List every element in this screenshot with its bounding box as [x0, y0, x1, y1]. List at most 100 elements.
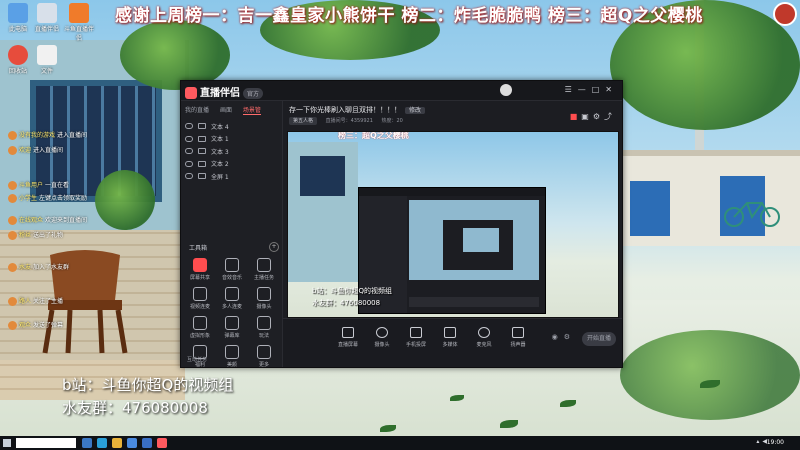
- chat-text: 左键点击领取奖励: [38, 195, 87, 202]
- control-item[interactable]: 摄像头: [367, 327, 397, 348]
- room-id: 直播间号：4359921: [325, 118, 373, 124]
- minimize-icon[interactable]: —: [578, 85, 592, 94]
- user-avatar[interactable]: [500, 84, 512, 96]
- control-label: 扬声器: [510, 342, 526, 348]
- version-badge: 官方: [243, 87, 264, 99]
- lock-icon[interactable]: [198, 173, 206, 180]
- desktop-icon[interactable]: 文件: [30, 45, 64, 75]
- record-icon[interactable]: ◉: [552, 333, 564, 341]
- tool-label: 弹幕库: [224, 333, 240, 339]
- douyu-logo-icon: [773, 2, 797, 26]
- chat-line: 水友 加入了水友群: [8, 262, 69, 272]
- chat-line: 欢迎 进入直播间: [8, 145, 63, 155]
- sidebar-tabs: 我的直播 画面 场景管: [185, 105, 270, 115]
- preview-caption: b站：斗鱼你超Q的视频组: [312, 287, 392, 295]
- streaming-app-icon[interactable]: [157, 438, 167, 448]
- tool-item[interactable]: 视频连麦: [184, 287, 216, 310]
- tool-item[interactable]: 弹幕库: [216, 316, 248, 339]
- taskbar-apps: [82, 438, 167, 448]
- desktop-icon[interactable]: 斗鱼直播伴侣: [62, 3, 96, 42]
- eye-icon[interactable]: [185, 173, 193, 180]
- tool-item[interactable]: 音效音乐: [216, 258, 248, 281]
- chat-text: 进入直播间: [32, 147, 63, 154]
- control-item[interactable]: 麦克风: [469, 327, 499, 348]
- scene-item[interactable]: 全屏 1: [185, 170, 279, 183]
- eye-icon[interactable]: [185, 160, 193, 167]
- control-item[interactable]: 直播屏幕: [333, 327, 363, 348]
- chat-user: 路人: [19, 298, 32, 305]
- explorer-icon[interactable]: [112, 438, 122, 448]
- screen-share-icon: [193, 258, 207, 272]
- tool-item[interactable]: 主播任务: [248, 258, 280, 281]
- top-toolbar: ■▣⚙⤴: [570, 111, 616, 122]
- settings-icon[interactable]: ⚙: [593, 112, 604, 121]
- lock-icon[interactable]: [198, 148, 206, 155]
- chat-text: 加入了水友群: [32, 264, 69, 271]
- desktop-icon-label: 回收站: [8, 68, 27, 75]
- taskbar-search[interactable]: [16, 438, 76, 448]
- foliage: [620, 330, 800, 420]
- maximize-icon[interactable]: □: [592, 85, 606, 94]
- close-icon[interactable]: ✕: [605, 85, 618, 94]
- nested-titlebar: [359, 188, 545, 196]
- sidebar: 我的直播 画面 场景管 文本 4 文本 1 文本 3 文本 2 全屏 1 工具箱…: [181, 101, 283, 368]
- tool-item[interactable]: 美颜: [216, 345, 248, 368]
- eye-icon[interactable]: [185, 123, 193, 130]
- gift-icon[interactable]: ■: [570, 112, 582, 121]
- tool-item[interactable]: 更多: [248, 345, 280, 368]
- start-live-button[interactable]: 开始直播: [582, 332, 616, 346]
- record-controls: ◉⚙: [552, 333, 576, 341]
- chat-line: 观众 发送了弹幕: [8, 320, 63, 330]
- preview-banner: 榜三：超Q之父樱桃: [338, 131, 409, 140]
- chat-user: 小学生: [19, 195, 38, 202]
- windows-start-icon[interactable]: [3, 439, 11, 447]
- control-item[interactable]: 手机投屏: [401, 327, 431, 348]
- stream-preview[interactable]: 榜三：超Q之父樱桃 b站：斗鱼你超Q的视频组 水友群：476080008: [287, 131, 619, 318]
- settings-icon[interactable]: ⚙: [564, 333, 576, 341]
- clock[interactable]: 19:00: [767, 439, 784, 446]
- scene-item[interactable]: 文本 1: [185, 133, 279, 146]
- category-badge[interactable]: 第五人格: [289, 117, 318, 125]
- lock-icon[interactable]: [198, 135, 206, 142]
- tool-item[interactable]: 屏幕共享: [184, 258, 216, 281]
- chat-user: 观众: [19, 322, 32, 329]
- tool-item[interactable]: 摄像头: [248, 287, 280, 310]
- scene-item[interactable]: 文本 3: [185, 145, 279, 158]
- tab-scene-manager[interactable]: 场景管: [242, 107, 261, 115]
- tool-item[interactable]: 玩法: [248, 316, 280, 339]
- control-item[interactable]: 多媒体: [435, 327, 465, 348]
- desktop-icon-label: 斗鱼直播伴侣: [63, 26, 94, 42]
- avatar: [8, 194, 17, 203]
- desktop-icon[interactable]: 直播伴侣: [30, 3, 64, 33]
- eye-icon[interactable]: [185, 135, 193, 142]
- eye-icon[interactable]: [185, 148, 193, 155]
- edit-title-button[interactable]: 修改: [405, 107, 426, 114]
- danmaku-icon: [225, 316, 239, 330]
- scene-item[interactable]: 文本 2: [185, 158, 279, 171]
- lock-icon[interactable]: [198, 123, 206, 130]
- tool-item[interactable]: 多人连麦: [216, 287, 248, 310]
- lock-icon[interactable]: [198, 160, 206, 167]
- bicycle: [724, 202, 780, 227]
- menu-icon[interactable]: ☰: [565, 85, 578, 94]
- lock-icon[interactable]: ▣: [581, 112, 593, 121]
- music-icon: [225, 258, 239, 272]
- edge-icon[interactable]: [97, 438, 107, 448]
- avatar: [8, 216, 17, 225]
- nested-preview-inner: [443, 220, 513, 270]
- control-item[interactable]: 扬声器: [503, 327, 533, 348]
- chat-line: 路人 关注了主播: [8, 296, 63, 306]
- tab-my-stream[interactable]: 我的直播: [185, 107, 209, 114]
- scene-label: 文本 4: [211, 123, 229, 131]
- control-label: 直播屏幕: [337, 342, 358, 348]
- scene-item[interactable]: 文本 4: [185, 120, 279, 133]
- share-icon[interactable]: ⤴: [604, 112, 616, 121]
- toolbox-add-button[interactable]: +: [269, 242, 279, 252]
- task-view-icon[interactable]: [82, 438, 92, 448]
- store-icon[interactable]: [127, 438, 137, 448]
- tab-scene[interactable]: 画面: [220, 107, 232, 114]
- mail-icon[interactable]: [142, 438, 152, 448]
- chat-line: 在线观众 欢迎来到直播间: [8, 215, 87, 225]
- chat-user: 粉丝: [19, 232, 32, 239]
- tool-item[interactable]: 虚拟形象: [184, 316, 216, 339]
